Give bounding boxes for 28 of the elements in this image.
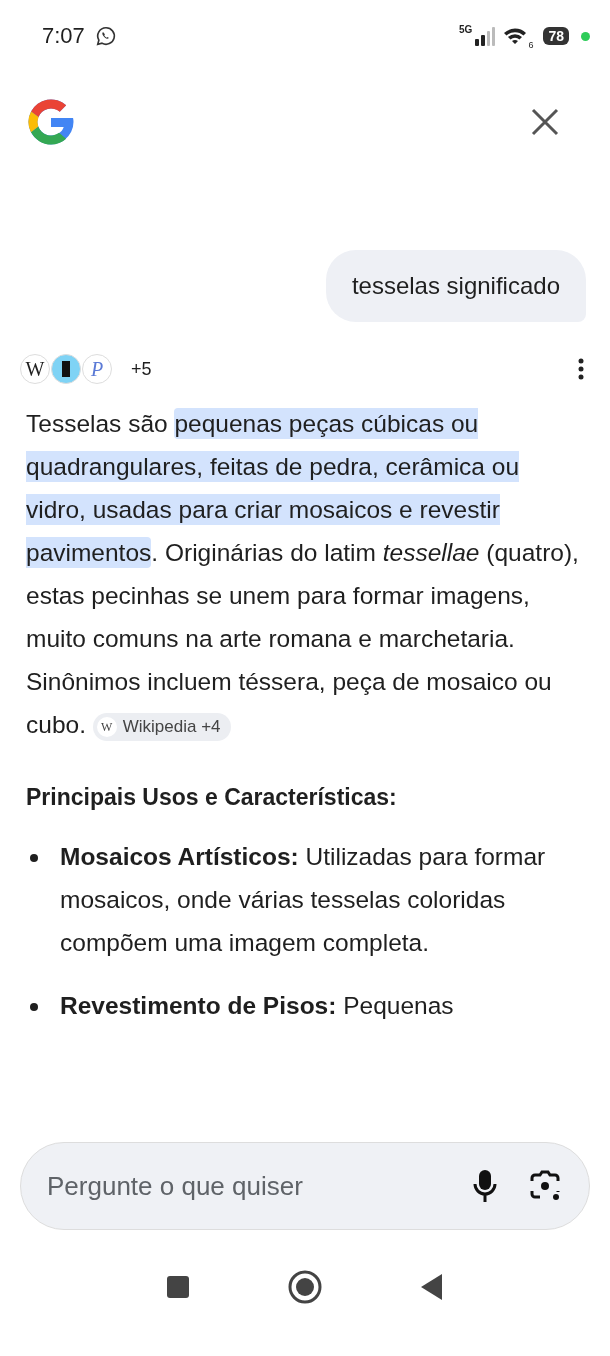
section-heading: Principais Usos e Características: <box>26 784 398 811</box>
answer-paragraph: Tesselas são pequenas peças cúbicas ou quadrangulares, feitas de pedra, cerâmica ou vidro, usadas para criar mosaicos e revestir pavimentos. Originárias do latim tessellae (quatro), estas pecinhas se unem para formar imagens, muito comuns na arte romana e marchetaria. Sinônimos incluem téssera, peça de mosaico ou cubo. W Wikipedia +4 <box>26 402 584 746</box>
recents-button[interactable] <box>166 1275 190 1299</box>
source-icon[interactable]: P <box>82 354 112 384</box>
bullet-icon <box>30 1003 38 1011</box>
close-icon <box>530 107 560 137</box>
query-bubble: tesselas significado <box>325 250 586 322</box>
ask-input-field[interactable]: Pergunte o que quiser <box>47 1170 441 1202</box>
more-options-icon[interactable] <box>578 358 584 380</box>
back-button[interactable] <box>420 1273 444 1301</box>
source-icon[interactable]: W <box>20 354 50 384</box>
sources-count[interactable]: +5 <box>131 358 152 380</box>
microphone-icon[interactable] <box>473 1169 497 1203</box>
source-icon[interactable] <box>51 354 81 384</box>
wifi-band-label: 6 <box>528 40 534 50</box>
bullet-icon <box>30 854 38 862</box>
chat-bubble-icon <box>94 25 117 47</box>
camera-lens-icon[interactable] <box>529 1170 561 1202</box>
bullet-text: Revestimento de Pisos: Pequenas <box>60 991 454 1021</box>
bullet-text: Mosaicos Artísticos: Utilizadas para formar mosaicos, onde várias tesselas coloridas compõem uma imagem completa. <box>60 842 547 958</box>
privacy-dot-icon <box>581 31 590 41</box>
network-label: 5G <box>459 24 473 35</box>
status-time: 7:07 <box>42 23 85 49</box>
battery-level: 78 <box>543 27 569 45</box>
citation-chip[interactable]: W Wikipedia +4 <box>92 712 231 741</box>
signal-icon <box>474 26 497 46</box>
wifi-icon <box>502 26 529 46</box>
home-button[interactable] <box>288 1270 322 1304</box>
